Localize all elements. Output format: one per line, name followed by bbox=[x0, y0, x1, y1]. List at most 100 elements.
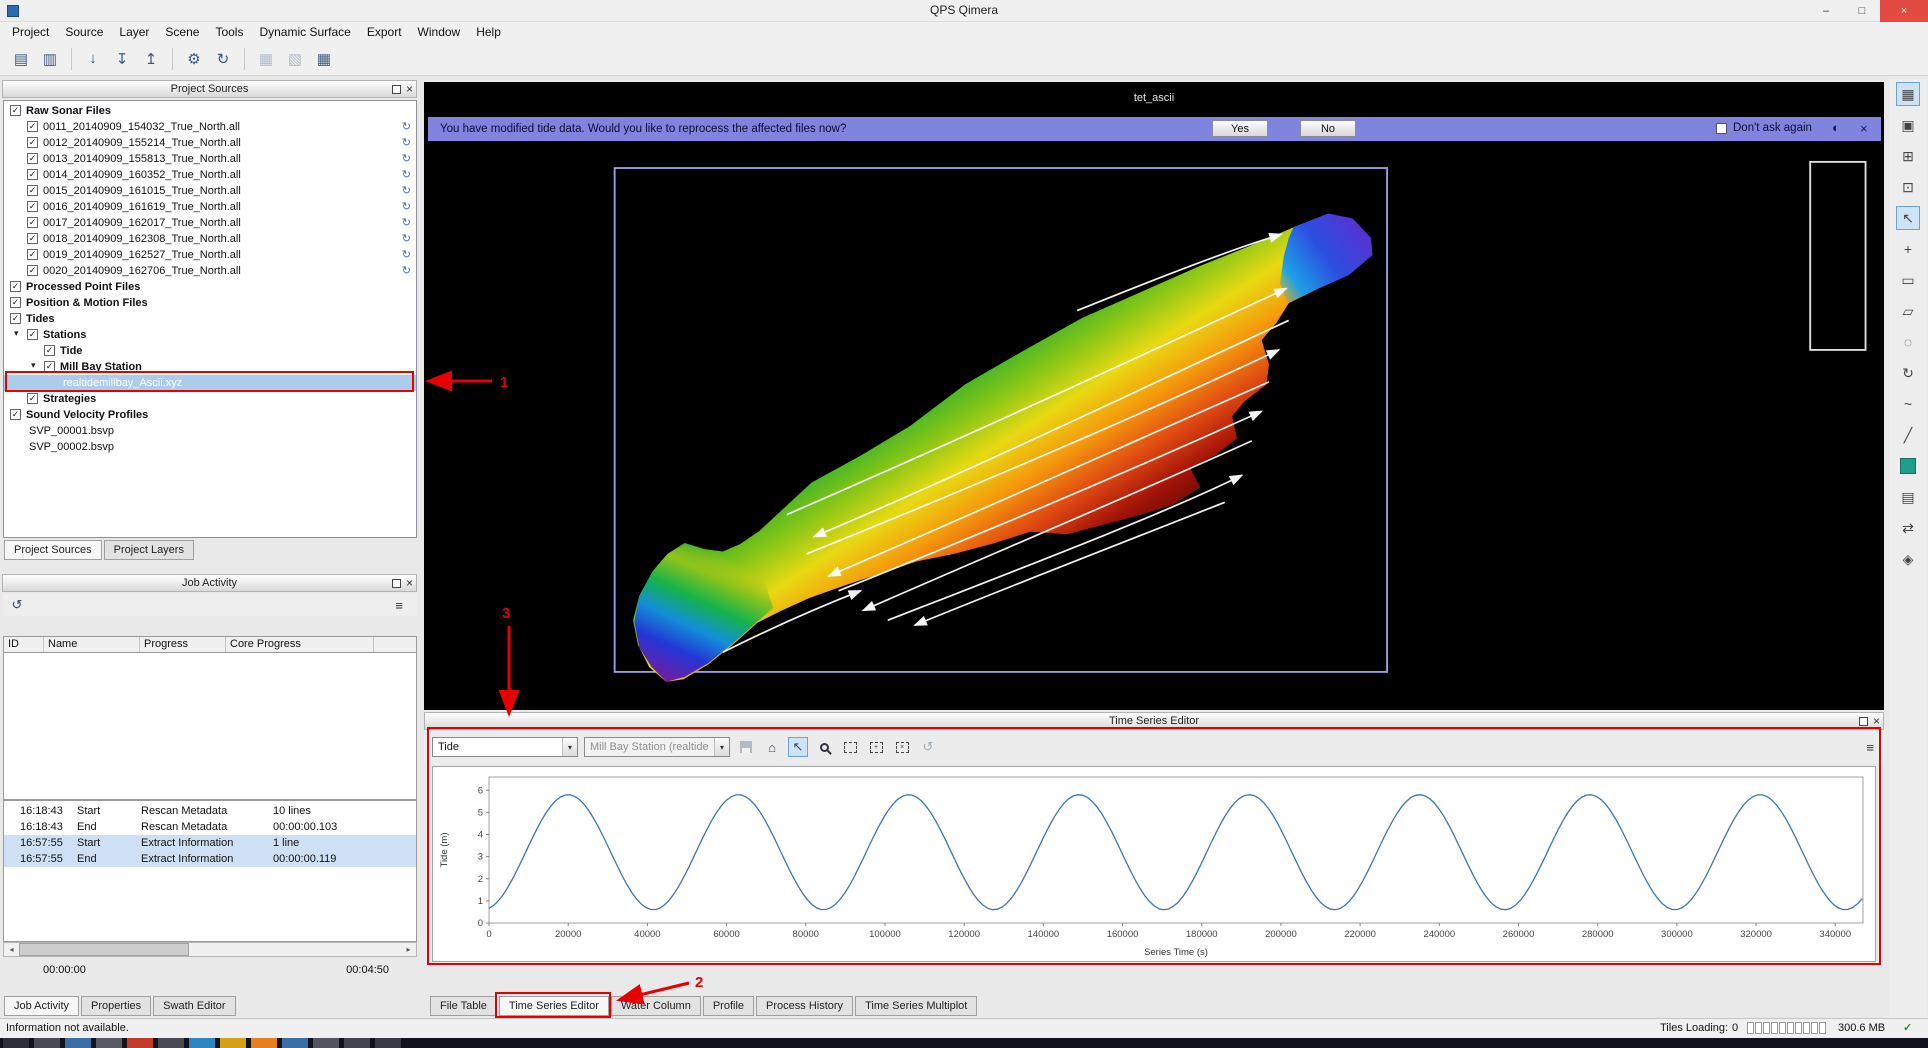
tree-item[interactable]: ✓0016_20140909_161619_True_North.all↻ bbox=[4, 199, 416, 215]
select-rect-icon[interactable]: ▭ bbox=[1896, 268, 1920, 292]
float-panel-icon[interactable] bbox=[1859, 717, 1868, 726]
checkbox[interactable]: ✓ bbox=[27, 185, 38, 196]
tree-item[interactable]: ✓Tide bbox=[4, 343, 416, 359]
job-log-row[interactable]: 16:57:55EndExtract Information00:00:00.1… bbox=[4, 851, 416, 867]
tree-item[interactable]: ✓0013_20140909_155813_True_North.all↻ bbox=[4, 151, 416, 167]
sync-icon[interactable]: ↻ bbox=[402, 184, 411, 197]
sync-icon[interactable]: ↻ bbox=[402, 216, 411, 229]
tree-item[interactable]: ✓0019_20140909_162527_True_North.all↻ bbox=[4, 247, 416, 263]
column-header[interactable]: Core Progress bbox=[226, 637, 374, 652]
tab-file-table[interactable]: File Table bbox=[430, 996, 497, 1016]
checkbox[interactable]: ✓ bbox=[27, 217, 38, 228]
checkbox[interactable]: ✓ bbox=[27, 137, 38, 148]
save-icon[interactable] bbox=[736, 737, 756, 757]
taskbar-app-8[interactable] bbox=[251, 1038, 277, 1048]
select-polygon-icon[interactable]: ▱ bbox=[1896, 299, 1920, 323]
expand-arrow-icon[interactable]: ▾ bbox=[14, 328, 19, 339]
tab-water-column[interactable]: Water Column bbox=[611, 996, 701, 1016]
sync-icon[interactable]: ↻ bbox=[402, 232, 411, 245]
checkbox[interactable]: ✓ bbox=[27, 201, 38, 212]
taskbar-app-10[interactable] bbox=[313, 1038, 339, 1048]
tab-profile[interactable]: Profile bbox=[703, 996, 754, 1016]
menu-export[interactable]: Export bbox=[359, 23, 410, 41]
tab-project-layers[interactable]: Project Layers bbox=[104, 540, 194, 560]
tree-item[interactable]: ▾✓Stations bbox=[4, 327, 416, 343]
tab-process-history[interactable]: Process History bbox=[756, 996, 853, 1016]
series-type-combo[interactable]: Tide ▾ bbox=[432, 737, 578, 757]
layers-icon[interactable]: ▤ bbox=[1896, 485, 1920, 509]
zoom-icon[interactable] bbox=[814, 737, 834, 757]
surface-tool-icon[interactable]: ▦ bbox=[253, 46, 279, 72]
open-project-icon[interactable]: ▥ bbox=[37, 46, 63, 72]
tide-chart[interactable]: 0123456020000400006000080000100000120000… bbox=[432, 766, 1876, 962]
tree-item[interactable]: ✓Raw Sonar Files bbox=[4, 103, 416, 119]
chevron-down-icon[interactable]: ▾ bbox=[562, 738, 577, 756]
sync-icon[interactable]: ↻ bbox=[402, 120, 411, 133]
taskbar-app-5[interactable] bbox=[158, 1038, 184, 1048]
menu-help[interactable]: Help bbox=[468, 23, 509, 41]
close-panel-icon[interactable]: × bbox=[406, 578, 413, 588]
scene-viewport[interactable] bbox=[424, 82, 1884, 710]
select-cursor-icon[interactable]: ↖ bbox=[1896, 206, 1920, 230]
contrast-icon[interactable]: ◐ bbox=[1832, 120, 1840, 135]
colormap-icon[interactable] bbox=[1896, 454, 1920, 478]
tree-item[interactable]: ✓0017_20140909_162017_True_North.all↻ bbox=[4, 215, 416, 231]
profile-chart-icon[interactable]: ~ bbox=[1896, 392, 1920, 416]
horizontal-scrollbar[interactable]: ◂ ▸ bbox=[3, 942, 417, 957]
undo-icon[interactable]: ↺ bbox=[918, 737, 938, 757]
camera-icon[interactable]: ▣ bbox=[1896, 113, 1920, 137]
add-processed-points-icon[interactable]: ↧ bbox=[109, 46, 135, 72]
rotate-view-icon[interactable]: ↻ bbox=[1896, 361, 1920, 385]
zoom-window-icon[interactable]: ⊞ bbox=[1896, 144, 1920, 168]
surface-wizard-icon[interactable]: ▧ bbox=[282, 46, 308, 72]
tree-item[interactable]: ✓0020_20140909_162706_True_North.all↻ bbox=[4, 263, 416, 279]
station-combo[interactable]: Mill Bay Station (realtide ▾ bbox=[584, 737, 730, 757]
close-panel-icon[interactable]: × bbox=[406, 84, 413, 94]
menu-tools[interactable]: Tools bbox=[207, 23, 251, 41]
menu-dynamic-surface[interactable]: Dynamic Surface bbox=[251, 23, 358, 41]
checkbox[interactable]: ✓ bbox=[27, 121, 38, 132]
taskbar-app-9[interactable] bbox=[282, 1038, 308, 1048]
column-header[interactable]: ID bbox=[4, 637, 44, 652]
menu-icon[interactable]: ≡ bbox=[395, 598, 403, 613]
tab-project-sources[interactable]: Project Sources bbox=[4, 540, 102, 560]
chart-menu-icon[interactable]: ≡ bbox=[1866, 740, 1874, 755]
checkbox[interactable]: ✓ bbox=[44, 345, 55, 356]
sync-icon[interactable]: ↻ bbox=[402, 248, 411, 261]
pan-icon[interactable]: + bbox=[1896, 237, 1920, 261]
dont-ask-checkbox[interactable] bbox=[1716, 123, 1727, 134]
no-button[interactable]: No bbox=[1300, 120, 1356, 137]
view-3d-icon[interactable]: ◈ bbox=[1896, 547, 1920, 571]
tree-item[interactable]: ✓0018_20140909_162308_True_North.all↻ bbox=[4, 231, 416, 247]
checkbox[interactable]: ✓ bbox=[27, 249, 38, 260]
tree-item[interactable]: ✓0015_20140909_161015_True_North.all↻ bbox=[4, 183, 416, 199]
menu-source[interactable]: Source bbox=[57, 23, 111, 41]
new-project-icon[interactable]: ▤ bbox=[8, 46, 34, 72]
checkbox[interactable]: ✓ bbox=[10, 281, 21, 292]
export-data-icon[interactable]: ↥ bbox=[138, 46, 164, 72]
column-header[interactable]: Name bbox=[44, 637, 140, 652]
taskbar-app-12[interactable] bbox=[375, 1038, 401, 1048]
tree-item[interactable]: ✓Sound Velocity Profiles bbox=[4, 407, 416, 423]
select-lasso-icon[interactable]: ◌ bbox=[1896, 330, 1920, 354]
tree-item[interactable]: ✓0012_20140909_155214_True_North.all↻ bbox=[4, 135, 416, 151]
job-log-row[interactable]: 16:18:43StartRescan Metadata10 lines bbox=[4, 803, 416, 819]
scrollbar-thumb[interactable] bbox=[19, 943, 189, 956]
tree-item[interactable]: ✓Strategies bbox=[4, 391, 416, 407]
close-panel-icon[interactable]: × bbox=[1873, 716, 1880, 726]
taskbar-app-2[interactable] bbox=[65, 1038, 91, 1048]
float-panel-icon[interactable] bbox=[392, 85, 401, 94]
checkbox[interactable]: ✓ bbox=[27, 233, 38, 244]
checkbox[interactable]: ✓ bbox=[27, 169, 38, 180]
select-cursor-icon[interactable]: ↖ bbox=[788, 737, 808, 757]
measure-ruler-icon[interactable]: ╱ bbox=[1896, 423, 1920, 447]
clear-selection-icon[interactable]: × bbox=[892, 737, 912, 757]
zoom-extents-icon[interactable]: ⊡ bbox=[1896, 175, 1920, 199]
tab-properties[interactable]: Properties bbox=[81, 996, 151, 1016]
tree-item[interactable]: ✓Processed Point Files bbox=[4, 279, 416, 295]
chevron-down-icon[interactable]: ▾ bbox=[714, 738, 729, 756]
expand-arrow-icon[interactable]: ▾ bbox=[31, 360, 36, 371]
tab-time-series-editor[interactable]: Time Series Editor bbox=[499, 996, 609, 1016]
refresh-icon[interactable]: ↻ bbox=[210, 46, 236, 72]
checkbox[interactable]: ✓ bbox=[27, 329, 38, 340]
